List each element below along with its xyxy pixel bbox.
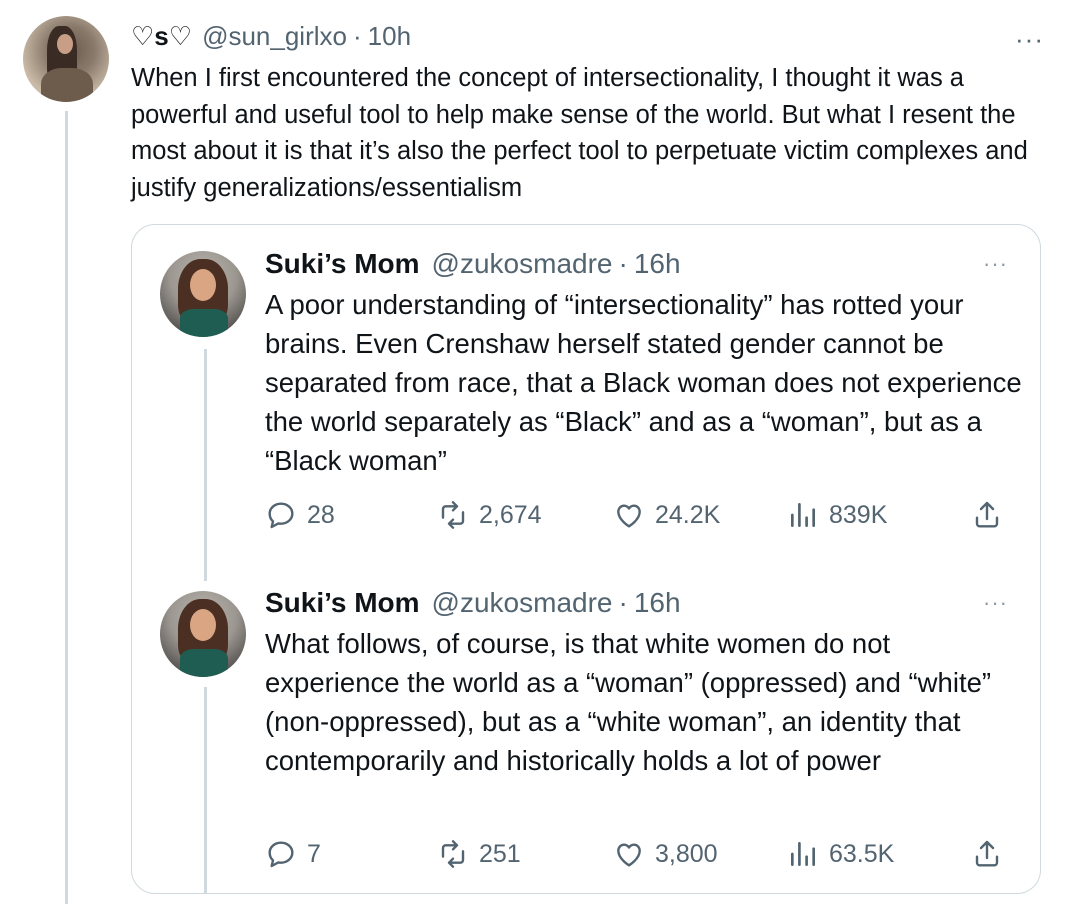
like-button[interactable]: 3,800	[613, 834, 718, 874]
share-button[interactable]	[971, 834, 1013, 874]
views-count: 63.5K	[829, 839, 895, 868]
avatar-body	[41, 68, 93, 102]
separator-dot: ·	[352, 20, 362, 51]
heart-icon	[617, 843, 641, 867]
views-button[interactable]: 63.5K	[787, 834, 894, 874]
avatar-face	[57, 34, 73, 54]
heart-icon	[617, 504, 641, 528]
avatar-body	[180, 649, 228, 677]
quoted-timestamp[interactable]: 16h	[634, 587, 681, 619]
share-button[interactable]	[971, 495, 1013, 535]
quoted-header: Suki’s Mom @zukosmadre · 16h	[265, 247, 681, 281]
separator-dot: ·	[618, 587, 628, 618]
like-count: 3,800	[655, 839, 718, 868]
like-count: 24.2K	[655, 500, 721, 529]
quoted-display-name[interactable]: Suki’s Mom	[265, 587, 420, 619]
views-icon	[791, 842, 815, 866]
reply-button[interactable]: 7	[265, 834, 321, 874]
repost-icon	[441, 501, 465, 529]
avatar-face	[190, 609, 216, 641]
thread-line	[65, 111, 68, 904]
quoted-text: What follows, of course, is that white w…	[265, 628, 992, 776]
action-bar: 7 251 3,800 63.5K	[265, 834, 1015, 874]
tweet-text: When I first encountered the concept of …	[131, 64, 1028, 202]
quoted-handle[interactable]: @zukosmadre	[432, 248, 613, 280]
quoted-thread-line	[204, 349, 207, 581]
reply-icon	[268, 841, 294, 868]
tweet-header: ♡s♡ @sun_girlxo · 10h	[131, 21, 411, 51]
views-icon	[791, 503, 815, 527]
views-count: 839K	[829, 500, 888, 529]
action-bar: 28 2,674 24.2K 839K	[265, 495, 1015, 535]
separator-dot: ·	[618, 248, 628, 279]
avatar[interactable]	[23, 16, 109, 102]
like-button[interactable]: 24.2K	[613, 495, 720, 535]
repost-count: 2,674	[479, 500, 542, 529]
repost-icon	[441, 840, 465, 868]
quoted-more-button[interactable]: ···	[983, 590, 1008, 616]
quoted-text: A poor understanding of “intersectionali…	[265, 289, 1022, 476]
repost-button[interactable]: 2,674	[437, 495, 542, 535]
repost-button[interactable]: 251	[437, 834, 521, 874]
share-icon	[975, 501, 999, 528]
quoted-thread-line	[204, 687, 207, 893]
quoted-more-button[interactable]: ···	[983, 251, 1008, 277]
more-options-button[interactable]: ···	[1015, 24, 1044, 55]
reply-button[interactable]: 28	[265, 495, 335, 535]
share-icon	[975, 840, 999, 867]
avatar-body	[180, 309, 228, 337]
repost-count: 251	[479, 839, 521, 868]
quoted-avatar[interactable]	[160, 591, 246, 677]
avatar-face	[190, 269, 216, 301]
quoted-timestamp[interactable]: 16h	[634, 248, 681, 280]
reply-count: 28	[307, 500, 335, 529]
quoted-header: Suki’s Mom @zukosmadre · 16h	[265, 586, 681, 620]
handle[interactable]: @sun_girlxo	[202, 21, 347, 52]
display-name[interactable]: ♡s♡	[131, 21, 192, 52]
timestamp[interactable]: 10h	[368, 21, 411, 52]
reply-count: 7	[307, 839, 321, 868]
quoted-avatar[interactable]	[160, 251, 246, 337]
reply-icon	[268, 502, 294, 529]
quote-card[interactable]: Suki’s Mom @zukosmadre · 16h ··· A poor …	[131, 224, 1041, 894]
quoted-display-name[interactable]: Suki’s Mom	[265, 248, 420, 280]
quoted-handle[interactable]: @zukosmadre	[432, 587, 613, 619]
views-button[interactable]: 839K	[787, 495, 887, 535]
